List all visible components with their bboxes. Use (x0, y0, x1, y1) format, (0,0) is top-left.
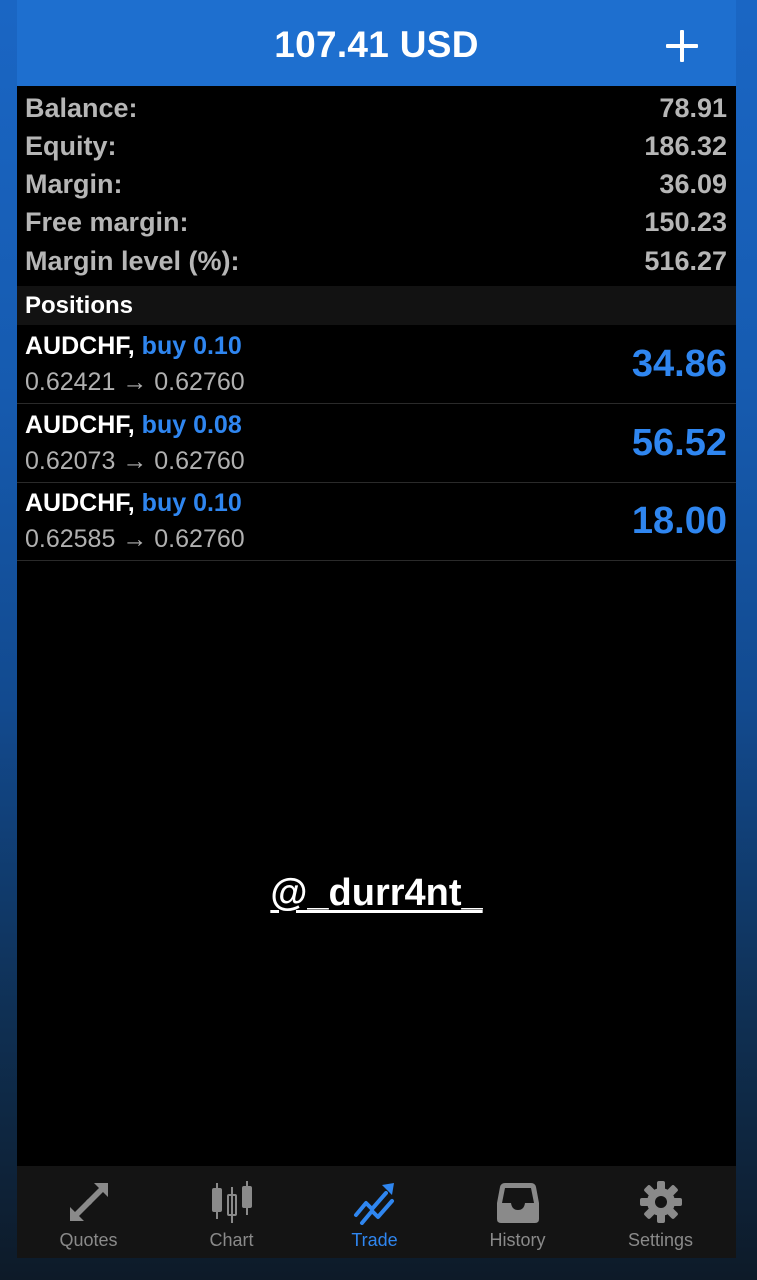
inbox-history-icon (496, 1183, 539, 1223)
balance-label: Balance: (25, 93, 138, 123)
free-margin-row: Free margin: 150.23 (17, 203, 736, 241)
position-symbol: AUDCHF, (25, 489, 135, 517)
position-title: AUDCHF, buy 0.08 (25, 411, 242, 440)
position-row[interactable]: AUDCHF, buy 0.08 0.62073 → 0.62760 56.52 (17, 404, 736, 483)
margin-value: 36.09 (659, 169, 727, 199)
open-price: 0.62585 (25, 525, 116, 553)
equity-value: 186.32 (644, 131, 727, 161)
position-prices: 0.62073 → 0.62760 (25, 447, 245, 476)
trade-trend-icon (353, 1183, 394, 1225)
tab-quotes[interactable]: Quotes (17, 1166, 160, 1258)
margin-level-value: 516.27 (644, 246, 727, 276)
price-arrow: → (122, 525, 148, 553)
position-row[interactable]: AUDCHF, buy 0.10 0.62421 → 0.62760 34.86 (17, 325, 736, 404)
trade-content: Balance: 78.91 Equity: 186.32 Margin: 36… (17, 86, 736, 1166)
position-prices: 0.62585 → 0.62760 (25, 525, 245, 554)
position-symbol: AUDCHF, (25, 411, 135, 439)
position-profit: 18.00 (631, 500, 727, 542)
tab-label: History (489, 1230, 546, 1250)
position-prices: 0.62421 → 0.62760 (25, 368, 245, 397)
positions-title: Positions (25, 292, 134, 319)
tab-history[interactable]: History (446, 1166, 589, 1258)
add-order-button[interactable] (662, 26, 702, 66)
tab-label: Chart (209, 1230, 254, 1250)
margin-level-label: Margin level (%): (25, 246, 240, 276)
position-profit: 56.52 (631, 422, 727, 464)
app-screen: 107.41 USD Balance: 78.91 Equity: 186.32… (17, 0, 736, 1280)
position-direction: buy 0.10 (141, 489, 242, 517)
tab-trade[interactable]: Trade (303, 1166, 446, 1258)
position-title: AUDCHF, buy 0.10 (25, 489, 242, 518)
balance-row: Balance: 78.91 (17, 89, 736, 127)
open-price: 0.62421 (25, 368, 116, 396)
free-margin-value: 150.23 (644, 207, 727, 237)
tab-settings[interactable]: Settings (589, 1166, 732, 1258)
quotes-arrows-icon (69, 1183, 108, 1221)
position-row[interactable]: AUDCHF, buy 0.10 0.62585 → 0.62760 18.00 (17, 482, 736, 561)
position-symbol: AUDCHF, (25, 332, 135, 360)
tab-label: Trade (351, 1230, 398, 1250)
margin-label: Margin: (25, 169, 123, 199)
balance-value: 78.91 (659, 93, 727, 123)
margin-row: Margin: 36.09 (17, 165, 736, 203)
position-direction: buy 0.10 (141, 332, 242, 360)
position-profit: 34.86 (631, 343, 727, 385)
equity-label: Equity: (25, 131, 117, 161)
tab-chart[interactable]: Chart (160, 1166, 303, 1258)
equity-row: Equity: 186.32 (17, 127, 736, 165)
free-margin-label: Free margin: (25, 207, 189, 237)
current-price: 0.62760 (154, 368, 245, 396)
watermark-text: @_durr4nt_ (270, 872, 483, 914)
price-arrow: → (122, 368, 148, 396)
app-header: 107.41 USD (17, 0, 736, 86)
tab-label: Settings (627, 1230, 694, 1250)
current-price: 0.62760 (154, 447, 245, 475)
open-price: 0.62073 (25, 447, 116, 475)
tab-label: Quotes (59, 1230, 118, 1250)
position-title: AUDCHF, buy 0.10 (25, 332, 242, 361)
positions-section-header: Positions (17, 286, 736, 325)
price-arrow: → (122, 447, 148, 475)
account-total-title: 107.41 USD (274, 24, 479, 65)
margin-level-row: Margin level (%): 516.27 (17, 242, 736, 280)
position-direction: buy 0.08 (141, 411, 242, 439)
current-price: 0.62760 (154, 525, 245, 553)
bottom-tab-bar: Quotes Chart Trade History Settings (17, 1166, 736, 1258)
gear-icon (639, 1181, 682, 1223)
candlestick-chart-icon (211, 1181, 252, 1223)
